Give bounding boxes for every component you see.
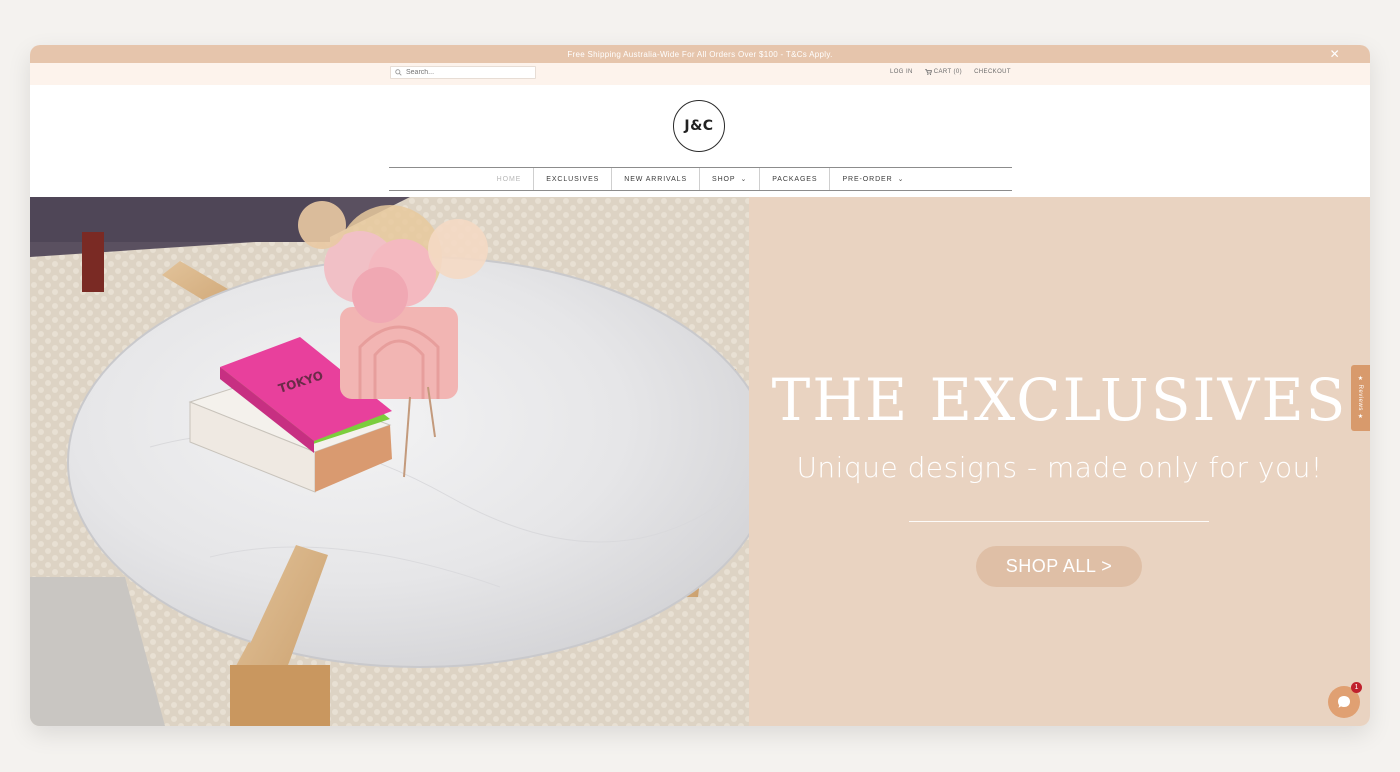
- hero-panel: THE EXCLUSIVES Unique designs - made onl…: [749, 197, 1370, 726]
- nav-label: EXCLUSIVES: [546, 175, 600, 183]
- search-input[interactable]: [406, 69, 526, 76]
- chat-icon: [1338, 696, 1350, 708]
- cart-link[interactable]: CART (0): [924, 69, 963, 75]
- nav-label: PRE-ORDER: [842, 175, 893, 183]
- nav-item-shop[interactable]: SHOP ⌄: [699, 168, 759, 190]
- cart-icon: [924, 69, 932, 75]
- nav-label: SHOP: [712, 175, 736, 183]
- nav-label: PACKAGES: [772, 175, 818, 183]
- divider: [909, 521, 1209, 522]
- logo-text: J&C: [684, 118, 714, 134]
- close-icon[interactable]: ✕: [1330, 47, 1340, 61]
- nav-item-new-arrivals[interactable]: NEW ARRIVALS: [611, 168, 699, 190]
- chevron-down-icon: ⌄: [897, 176, 905, 183]
- browser-window: Free Shipping Australia-Wide For All Ord…: [30, 45, 1370, 726]
- nav-item-packages[interactable]: PACKAGES: [759, 168, 829, 190]
- brand-logo[interactable]: J&C: [673, 100, 725, 152]
- nav-label: HOME: [496, 175, 522, 183]
- hero-photo: TOKYO: [30, 197, 749, 726]
- hero-subtitle: Unique designs - made only for you!: [796, 451, 1323, 484]
- hero-title: THE EXCLUSIVES: [771, 366, 1348, 434]
- coffee-table-image: TOKYO: [30, 197, 749, 726]
- nav-label: NEW ARRIVALS: [624, 175, 688, 183]
- announcement-text: Free Shipping Australia-Wide For All Ord…: [567, 49, 833, 59]
- reviews-tab[interactable]: ★ Reviews ★: [1351, 365, 1370, 431]
- notification-badge: 1: [1351, 682, 1362, 693]
- nav-item-exclusives[interactable]: EXCLUSIVES: [533, 168, 611, 190]
- checkout-link[interactable]: CHECKOUT: [974, 69, 1011, 75]
- chevron-down-icon: ⌄: [740, 176, 748, 183]
- cart-label: CART (0): [933, 69, 963, 75]
- hero-banner[interactable]: TOKYO THE EXCLUSIVES Unique designs - ma…: [30, 197, 1370, 726]
- account-links: LOG IN CART (0) CHECKOUT: [890, 69, 1011, 75]
- login-link[interactable]: LOG IN: [890, 69, 913, 75]
- chat-button[interactable]: 1: [1328, 682, 1362, 718]
- utility-bar: LOG IN CART (0) CHECKOUT: [30, 63, 1370, 85]
- shop-all-button[interactable]: SHOP ALL >: [976, 546, 1142, 587]
- search-icon: [395, 69, 402, 76]
- main-nav: HOME EXCLUSIVES NEW ARRIVALS SHOP ⌄ PACK…: [389, 167, 1012, 191]
- nav-item-home[interactable]: HOME: [485, 168, 534, 190]
- announcement-bar: Free Shipping Australia-Wide For All Ord…: [30, 45, 1370, 63]
- nav-item-pre-order[interactable]: PRE-ORDER ⌄: [829, 168, 916, 190]
- search-box[interactable]: [390, 66, 536, 79]
